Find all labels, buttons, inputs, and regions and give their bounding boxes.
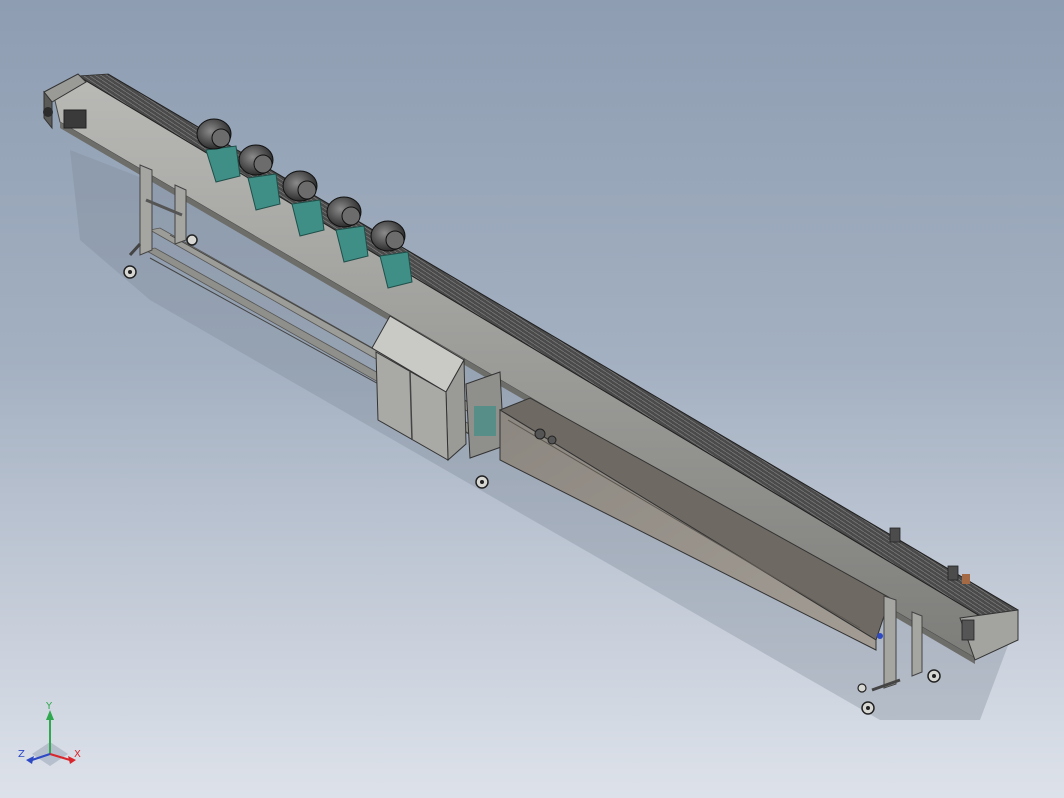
conveyor-beam xyxy=(51,75,1019,664)
triad-axes-icon xyxy=(26,710,76,766)
orientation-triad: Y X Z xyxy=(18,702,86,772)
x-axis-label: X xyxy=(74,749,81,760)
cad-viewport[interactable]: Y X Z xyxy=(0,0,1064,798)
conveyor-assembly-model[interactable] xyxy=(0,0,1064,798)
y-axis-label: Y xyxy=(46,701,53,712)
z-axis-label: Z xyxy=(18,749,25,760)
